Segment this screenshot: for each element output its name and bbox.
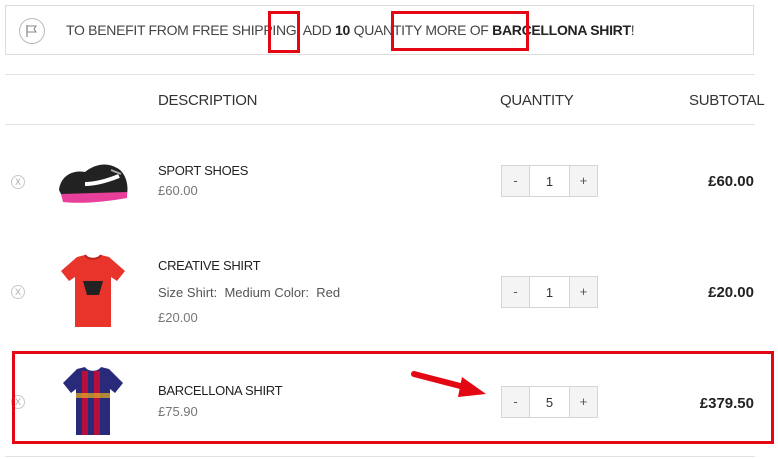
quantity-input[interactable] xyxy=(530,277,569,307)
highlight-row xyxy=(12,351,774,444)
notice-message: TO BENEFIT FROM FREE SHIPPING, ADD 10 QU… xyxy=(66,22,635,38)
notice-suffix: ! xyxy=(630,22,635,38)
quantity-stepper: - + xyxy=(501,165,598,197)
sport-shoes-image xyxy=(55,150,131,215)
table-bottom-border xyxy=(5,456,755,457)
free-shipping-notice: TO BENEFIT FROM FREE SHIPPING, ADD 10 QU… xyxy=(5,5,754,55)
remove-item-button[interactable]: X xyxy=(11,175,25,189)
product-price: £60.00 xyxy=(158,183,198,198)
cart-row-sport-shoes: X SPORT SHOES £60.00 - + £60.00 xyxy=(0,140,778,230)
flag-icon xyxy=(19,18,45,44)
column-header-description: DESCRIPTION xyxy=(158,92,258,109)
remove-item-button[interactable]: X xyxy=(11,285,25,299)
line-subtotal: £60.00 xyxy=(708,173,754,190)
highlight-product xyxy=(391,11,529,51)
creative-shirt-image xyxy=(55,251,131,336)
cart-row-creative-shirt: X CREATIVE SHIRT Size Shirt: Medium Colo… xyxy=(0,245,778,340)
table-header-bottom-border xyxy=(5,124,755,125)
quantity-decrease-button[interactable]: - xyxy=(502,166,530,196)
quantity-stepper: - + xyxy=(501,276,598,308)
table-header-top-border xyxy=(5,74,755,75)
column-header-subtotal: SUBTOTAL xyxy=(689,92,765,109)
highlight-quantity xyxy=(268,11,300,53)
quantity-increase-button[interactable]: + xyxy=(569,166,597,196)
line-subtotal: £20.00 xyxy=(708,284,754,301)
product-name[interactable]: SPORT SHOES xyxy=(158,163,248,178)
quantity-increase-button[interactable]: + xyxy=(569,277,597,307)
product-attributes: Size Shirt: Medium Color: Red xyxy=(158,285,341,300)
quantity-input[interactable] xyxy=(530,166,569,196)
arrow-right-icon xyxy=(411,371,486,397)
product-price: £20.00 xyxy=(158,310,198,325)
quantity-decrease-button[interactable]: - xyxy=(502,277,530,307)
product-name[interactable]: CREATIVE SHIRT xyxy=(158,258,261,273)
notice-quantity: 10 xyxy=(335,22,351,38)
column-header-quantity: QUANTITY xyxy=(500,92,574,109)
